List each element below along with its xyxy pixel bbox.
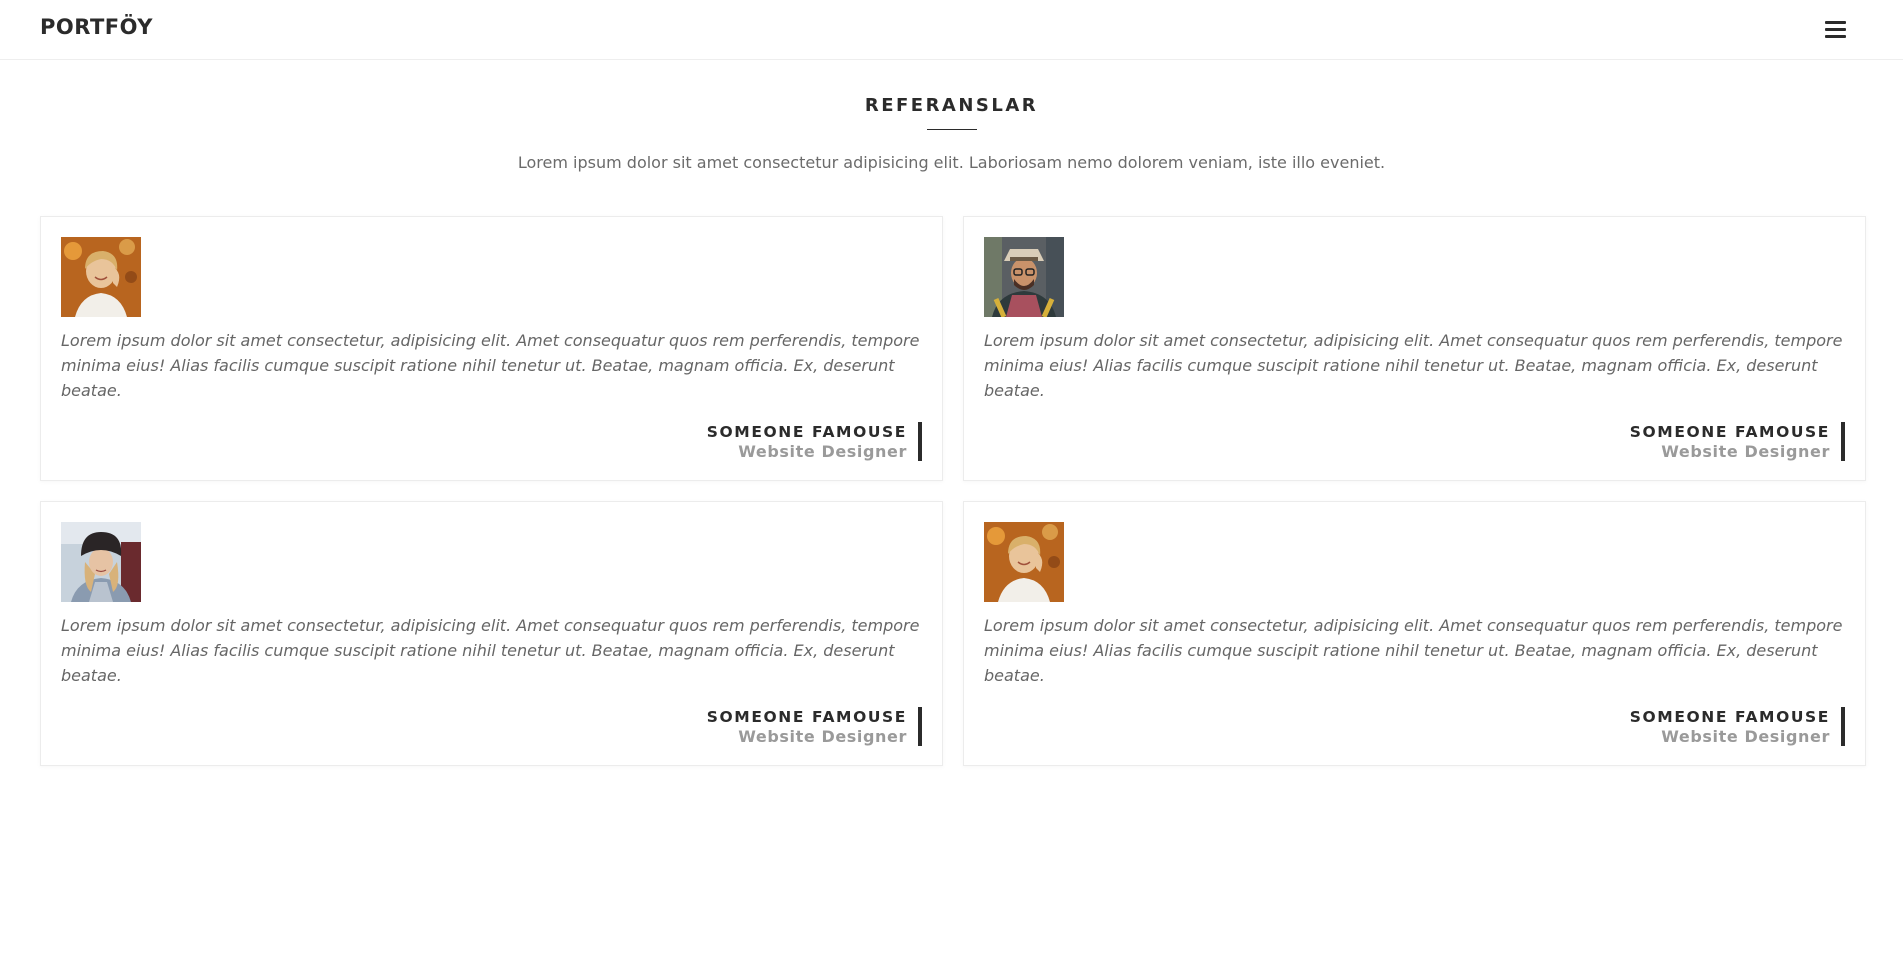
author-accent-bar <box>1841 707 1845 746</box>
testimonial-author: SOMEONE FAMOUSE Website Designer <box>1630 422 1830 462</box>
author-name: SOMEONE FAMOUSE <box>1629 423 1830 441</box>
testimonial-author: SOMEONE FAMOUSE Website Designer <box>707 422 907 462</box>
avatar-image <box>984 237 1064 317</box>
author-name: SOMEONE FAMOUSE <box>706 708 907 726</box>
author-role: Website Designer <box>1661 442 1830 461</box>
woman-blonde-smiling-avatar <box>984 522 1064 602</box>
testimonial-card: Lorem ipsum dolor sit amet consectetur, … <box>40 216 943 481</box>
woman-beanie-avatar <box>61 522 141 602</box>
testimonial-card: Lorem ipsum dolor sit amet consectetur, … <box>40 501 943 766</box>
brand-logo[interactable]: PORTFÖY <box>40 15 153 39</box>
hamburger-menu-icon[interactable] <box>1825 21 1846 39</box>
testimonial-quote: Lorem ipsum dolor sit amet consectetur, … <box>61 616 920 685</box>
author-accent-bar <box>918 707 922 746</box>
section-subtitle: Lorem ipsum dolor sit amet consectetur a… <box>517 153 1386 172</box>
title-underline <box>927 129 977 130</box>
testimonial-author: SOMEONE FAMOUSE Website Designer <box>1630 707 1830 747</box>
woman-blonde-smiling-avatar <box>61 237 141 317</box>
avatar-image <box>984 522 1064 602</box>
avatar-image <box>61 522 141 602</box>
section-title: REFERANSLAR <box>864 95 1039 116</box>
author-accent-bar <box>918 422 922 461</box>
avatar-image <box>61 237 141 317</box>
testimonial-author: SOMEONE FAMOUSE Website Designer <box>707 707 907 747</box>
author-role: Website Designer <box>738 727 907 746</box>
testimonial-quote: Lorem ipsum dolor sit amet consectetur, … <box>984 616 1843 685</box>
author-role: Website Designer <box>1661 727 1830 746</box>
menu-line <box>1825 28 1846 31</box>
author-name: SOMEONE FAMOUSE <box>706 423 907 441</box>
author-name: SOMEONE FAMOUSE <box>1629 708 1830 726</box>
testimonial-card: Lorem ipsum dolor sit amet consectetur, … <box>963 501 1866 766</box>
menu-line <box>1825 21 1846 24</box>
man-hat-glasses-avatar <box>984 237 1064 317</box>
testimonial-quote: Lorem ipsum dolor sit amet consectetur, … <box>984 331 1843 400</box>
author-role: Website Designer <box>738 442 907 461</box>
testimonial-card: Lorem ipsum dolor sit amet consectetur, … <box>963 216 1866 481</box>
menu-line <box>1825 35 1846 38</box>
navbar: PORTFÖY <box>0 0 1903 60</box>
testimonial-quote: Lorem ipsum dolor sit amet consectetur, … <box>61 331 920 400</box>
author-accent-bar <box>1841 422 1845 461</box>
